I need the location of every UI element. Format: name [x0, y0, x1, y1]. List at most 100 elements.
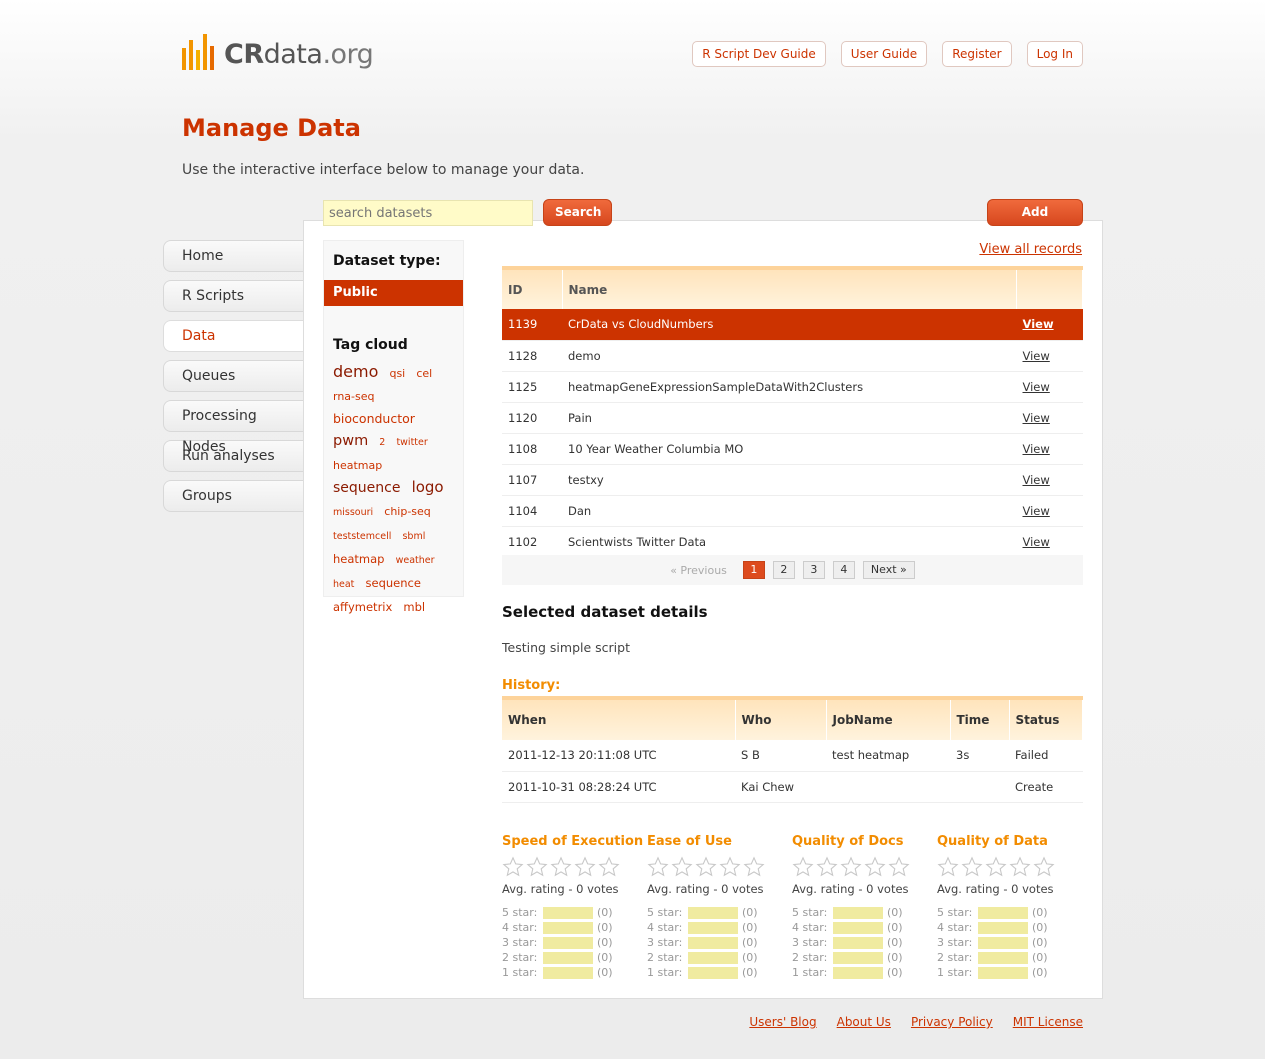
star-icon[interactable] — [985, 856, 1007, 878]
dataset-name[interactable]: heatmapGeneExpressionSampleDataWith2Clus… — [562, 371, 1017, 403]
tag-heatmap[interactable]: heatmap — [333, 459, 382, 472]
star-icon[interactable] — [574, 856, 596, 878]
star-icon[interactable] — [526, 856, 548, 878]
dataset-row[interactable]: 1104 Dan View — [502, 495, 1083, 527]
pager-page-2[interactable]: 2 — [772, 561, 795, 579]
pager-page-4[interactable]: 4 — [832, 561, 855, 579]
tag-affymetrix[interactable]: affymetrix — [333, 600, 392, 614]
tag-twitter[interactable]: twitter — [396, 437, 427, 448]
dataset-row[interactable]: 1108 10 Year Weather Columbia MO View — [502, 433, 1083, 465]
star-icon[interactable] — [550, 856, 572, 878]
dataset-row[interactable]: 1125 heatmapGeneExpressionSampleDataWith2… — [502, 371, 1083, 403]
column-header-id[interactable]: ID — [502, 266, 563, 309]
sidebar-item-processing-nodes[interactable]: Processing Nodes — [163, 400, 305, 455]
view-dataset-link[interactable]: View — [1023, 535, 1050, 549]
sidebar-item-queues[interactable]: Queues — [163, 360, 305, 392]
star-icon[interactable] — [961, 856, 983, 878]
view-dataset-link[interactable]: View — [1023, 380, 1050, 394]
avg-rating-text: Avg. rating - 0 votes — [502, 882, 619, 896]
star-icon[interactable] — [671, 856, 693, 878]
rating-count: (0) — [597, 921, 613, 934]
pager-page-1[interactable]: 1 — [742, 561, 765, 579]
star-icon[interactable] — [1009, 856, 1031, 878]
rating-count: (0) — [887, 936, 903, 949]
dataset-type-public[interactable]: Public — [324, 280, 463, 306]
nav-register[interactable]: Register — [942, 41, 1012, 67]
star-icon[interactable] — [719, 856, 741, 878]
footer-privacy-policy[interactable]: Privacy Policy — [911, 1015, 993, 1029]
tag-weather[interactable]: weather — [396, 555, 435, 566]
footer-users-blog[interactable]: Users' Blog — [749, 1015, 816, 1029]
nav-user-guide[interactable]: User Guide — [840, 41, 928, 67]
dataset-name[interactable]: Pain — [562, 402, 1017, 434]
dataset-row[interactable]: 1128 demo View — [502, 340, 1083, 372]
dataset-name[interactable]: demo — [562, 340, 1017, 372]
star-icon[interactable] — [816, 856, 838, 878]
nav-log-in[interactable]: Log In — [1026, 41, 1083, 67]
view-dataset-link[interactable]: View — [1023, 317, 1054, 331]
sidebar-item-r-scripts[interactable]: R Scripts — [163, 280, 305, 312]
dataset-row[interactable]: 1102 Scientwists Twitter Data View — [502, 526, 1083, 558]
star-icon[interactable] — [647, 856, 669, 878]
tag-sequence[interactable]: sequence — [333, 480, 400, 496]
tag-logo[interactable]: logo — [412, 478, 444, 496]
tag-sbml[interactable]: sbml — [402, 531, 425, 542]
dataset-row[interactable]: 1107 testxy View — [502, 464, 1083, 496]
star-icon[interactable] — [937, 856, 959, 878]
star-icon[interactable] — [864, 856, 886, 878]
rating-bar — [978, 951, 1028, 964]
view-dataset-link[interactable]: View — [1023, 473, 1050, 487]
star-icon[interactable] — [1033, 856, 1055, 878]
column-header-name[interactable]: Name — [562, 266, 1017, 309]
dataset-row[interactable]: 1139 CrData vs CloudNumbers View — [502, 309, 1083, 341]
tag-teststemcell[interactable]: teststemcell — [333, 531, 391, 542]
tag-sequence[interactable]: sequence — [366, 576, 421, 590]
star-icon[interactable] — [598, 856, 620, 878]
star-icon[interactable] — [502, 856, 524, 878]
sidebar-item-data[interactable]: Data — [163, 320, 305, 352]
site-logo[interactable]: CRdata.org — [182, 30, 374, 70]
nav-r-script-dev-guide[interactable]: R Script Dev Guide — [692, 41, 826, 67]
dataset-name[interactable]: Dan — [562, 495, 1017, 527]
sidebar-item-home[interactable]: Home — [163, 240, 305, 272]
dataset-name[interactable]: Scientwists Twitter Data — [562, 526, 1017, 558]
view-dataset-link[interactable]: View — [1023, 442, 1050, 456]
tag-rna-seq[interactable]: rna-seq — [333, 390, 375, 403]
tag-bioconductor[interactable]: bioconductor — [333, 411, 415, 426]
tag-chip-seq[interactable]: chip-seq — [384, 505, 431, 518]
search-datasets-input[interactable] — [323, 200, 533, 226]
pager-next[interactable]: Next » — [862, 561, 915, 579]
view-dataset-link[interactable]: View — [1023, 349, 1050, 363]
view-dataset-link[interactable]: View — [1023, 504, 1050, 518]
rating-distribution-row: 1 star: (0) — [792, 965, 937, 980]
tag-missouri[interactable]: missouri — [333, 507, 373, 518]
star-icon[interactable] — [840, 856, 862, 878]
tag-demo[interactable]: demo — [333, 362, 378, 381]
sidebar-item-run-analyses[interactable]: Run analyses — [163, 440, 305, 472]
tag-cel[interactable]: cel — [416, 367, 432, 380]
tag-heatmap[interactable]: heatmap — [333, 552, 384, 566]
tag-qsi[interactable]: qsi — [389, 367, 405, 380]
dataset-row[interactable]: 1120 Pain View — [502, 402, 1083, 434]
dataset-name[interactable]: testxy — [562, 464, 1017, 496]
tag-heat[interactable]: heat — [333, 579, 354, 590]
tag-pwm[interactable]: pwm — [333, 433, 368, 449]
add-dataset-button[interactable]: Add Dataset — [987, 199, 1083, 244]
rating-count: (0) — [597, 951, 613, 964]
star-icon[interactable] — [743, 856, 765, 878]
rating-count: (0) — [742, 936, 758, 949]
sidebar-item-groups[interactable]: Groups — [163, 480, 305, 512]
pager-page-3[interactable]: 3 — [802, 561, 825, 579]
footer-about-us[interactable]: About Us — [837, 1015, 891, 1029]
star-icon[interactable] — [695, 856, 717, 878]
view-dataset-link[interactable]: View — [1023, 411, 1050, 425]
star-icon[interactable] — [888, 856, 910, 878]
tag-2[interactable]: 2 — [379, 437, 385, 448]
tag-mbl[interactable]: mbl — [403, 600, 425, 614]
search-button[interactable]: Search — [543, 199, 612, 226]
dataset-name[interactable]: 10 Year Weather Columbia MO — [562, 433, 1017, 465]
history-status: Failed — [1009, 740, 1083, 772]
footer-mit-license[interactable]: MIT License — [1013, 1015, 1083, 1029]
star-icon[interactable] — [792, 856, 814, 878]
dataset-name[interactable]: CrData vs CloudNumbers — [562, 309, 1017, 341]
